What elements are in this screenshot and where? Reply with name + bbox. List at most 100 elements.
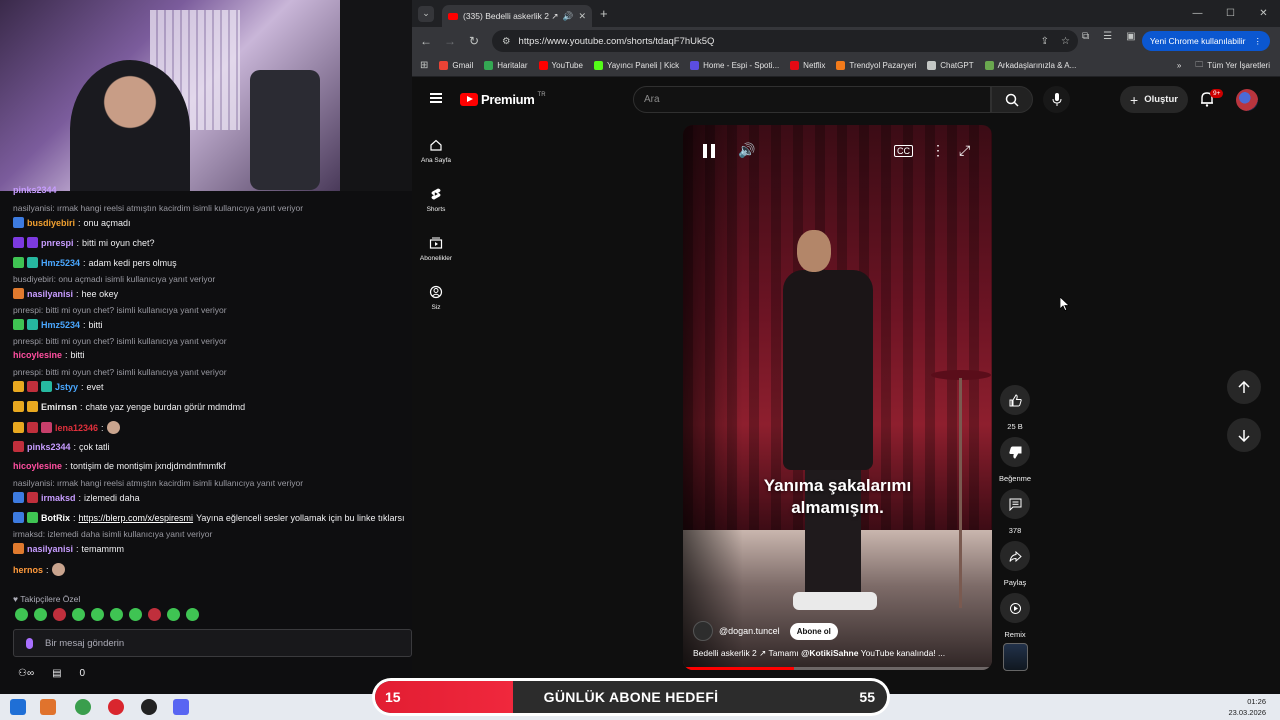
pause-icon[interactable] [703,144,715,158]
chat-badge-icon[interactable] [27,237,38,248]
guide-item-shorts[interactable]: Shorts [412,175,460,224]
chat-badge-icon[interactable] [27,422,38,433]
minimize-icon[interactable]: — [1181,0,1214,27]
search-button[interactable] [991,86,1033,113]
new-tab-button[interactable]: + [600,6,608,21]
chat-username[interactable]: hicoylesine [13,461,62,471]
chat-badge-icon[interactable] [13,512,24,523]
bookmark-item[interactable]: Gmail [439,61,473,70]
youtube-premium-logo[interactable]: Premium TR [460,92,546,107]
chat-username[interactable]: nasilyanisi [27,544,73,554]
like-button[interactable] [1000,385,1030,415]
bookmark-star-icon[interactable]: ☆ [1061,36,1070,47]
video-progress-bar[interactable] [683,667,992,670]
chat-badge-icon[interactable] [13,492,24,503]
create-button[interactable]: + Oluştur [1120,86,1188,113]
all-bookmarks-button[interactable]: 🗀 Tüm Yer İşaretleri [1195,59,1270,73]
chat-username[interactable]: pinks2344 [13,185,57,195]
account-avatar[interactable] [1236,89,1258,111]
emote-icon[interactable] [186,608,199,621]
more-options-icon[interactable]: ⋮ [931,142,945,159]
chat-username[interactable]: pnrespi [41,238,74,248]
emote-icon[interactable] [110,608,123,621]
previous-short-button[interactable] [1227,370,1261,404]
tab-close-icon[interactable]: ✕ [578,11,586,22]
chat-badge-icon[interactable] [13,441,24,452]
tab-search-button[interactable]: ⌄ [418,5,434,22]
bookmark-item[interactable]: Home - Espi - Spoti... [690,61,779,70]
chat-username[interactable]: busdiyebiri [27,218,75,228]
emote-icon[interactable] [167,608,180,621]
chat-username[interactable]: Hmz5234 [41,258,80,268]
chat-username[interactable]: Hmz5234 [41,320,80,330]
chrome-update-button[interactable]: Yeni Chrome kullanılabilir ⋮ [1141,31,1270,51]
chat-badge-icon[interactable] [27,319,38,330]
chat-badge-icon[interactable] [13,381,24,392]
emote-icon[interactable] [91,608,104,621]
install-app-icon[interactable]: ⇪ [1041,36,1049,47]
emote-icon[interactable] [72,608,85,621]
taskbar-app-icon[interactable] [40,699,56,715]
chat-username[interactable]: hernos [13,565,43,575]
guide-item-siz[interactable]: Siz [412,273,460,322]
bookmark-item[interactable]: Yayıncı Paneli | Kick [593,61,679,70]
chat-badge-icon[interactable] [13,422,24,433]
address-bar[interactable]: ⚙ https://www.youtube.com/shorts/tdaqF7h… [492,30,1078,52]
subscribe-button[interactable]: Abone ol [789,622,838,640]
chat-badge-icon[interactable] [13,401,24,412]
chat-username[interactable]: lena12346 [55,423,98,433]
fullscreen-icon[interactable]: ⤢ [959,142,970,159]
bookmark-item[interactable]: Haritalar [484,61,528,70]
emote-icon[interactable] [148,608,161,621]
reload-button[interactable]: ↻ [462,34,486,48]
emote-icon[interactable] [15,608,28,621]
emote-icon[interactable] [129,608,142,621]
chat-badge-icon[interactable] [13,543,24,554]
chat-badge-icon[interactable] [41,422,52,433]
remix-button[interactable] [1000,593,1030,623]
forward-button[interactable]: → [438,34,462,48]
shorts-video-player[interactable]: 🔊 CC ⋮ ⤢ Yanıma şakalarımı almamışım. @d… [683,125,992,670]
guide-item-abonelikler[interactable]: Abonelikler [412,224,460,273]
tab-youtube-shorts[interactable]: (335) Bedelli askerlik 2 ↗ 🔊 ✕ [442,5,592,27]
description-mention[interactable]: @KotikiSahne [801,648,858,658]
chat-badge-icon[interactable] [27,512,38,523]
site-info-icon[interactable]: ⚙ [502,36,511,47]
chat-badge-icon[interactable] [13,217,24,228]
chat-badge-icon[interactable] [13,257,24,268]
extension-icon[interactable]: ▣ [1126,31,1135,42]
voice-search-button[interactable] [1043,86,1070,113]
chat-username[interactable]: irmaksd [41,493,76,503]
chat-badge-icon[interactable] [27,401,38,412]
menu-kebab-icon[interactable]: ⋮ [1254,36,1263,47]
speaker-icon[interactable]: 🔊 [563,11,574,22]
close-window-icon[interactable]: ✕ [1247,0,1280,27]
search-input[interactable]: Ara [633,86,991,113]
discord-taskbar-icon[interactable] [173,699,189,715]
opera-taskbar-icon[interactable] [108,699,124,715]
chat-badge-icon[interactable] [27,257,38,268]
obs-taskbar-icon[interactable] [141,699,157,715]
bookmark-item[interactable]: Arkadaşlarınızla & A... [984,61,1076,70]
more-bookmarks-icon[interactable]: » [1177,61,1181,70]
chat-badge-icon[interactable] [27,492,38,503]
chat-mic-icon[interactable] [26,637,33,649]
channel-avatar[interactable] [693,621,713,641]
chat-username[interactable]: hicoylesine [13,350,62,360]
hamburger-menu-icon[interactable] [430,93,442,103]
system-clock[interactable]: 01:26 23.03.2026 [1228,696,1266,718]
chat-link[interactable]: https://blerp.com/x/espiresmi [79,513,194,523]
bookmark-item[interactable]: YouTube [538,61,583,70]
chat-badge-icon[interactable] [13,319,24,330]
comments-button[interactable] [1000,489,1030,519]
bookmark-item[interactable]: ChatGPT [927,61,974,70]
video-description[interactable]: Bedelli askerlik 2 ↗ Tamamı @KotikiSahne… [693,648,983,659]
chrome-taskbar-icon[interactable] [75,699,91,715]
gift-icon[interactable]: ▤ [52,668,61,679]
chat-username[interactable]: BotRix [41,513,70,523]
share-button[interactable] [1000,541,1030,571]
apps-grid-icon[interactable]: ⊞ [420,60,428,71]
chat-username[interactable]: Jstyy [55,382,78,392]
chat-badge-icon[interactable] [13,288,24,299]
chat-message-input[interactable]: Bir mesaj gönderin [13,629,412,657]
